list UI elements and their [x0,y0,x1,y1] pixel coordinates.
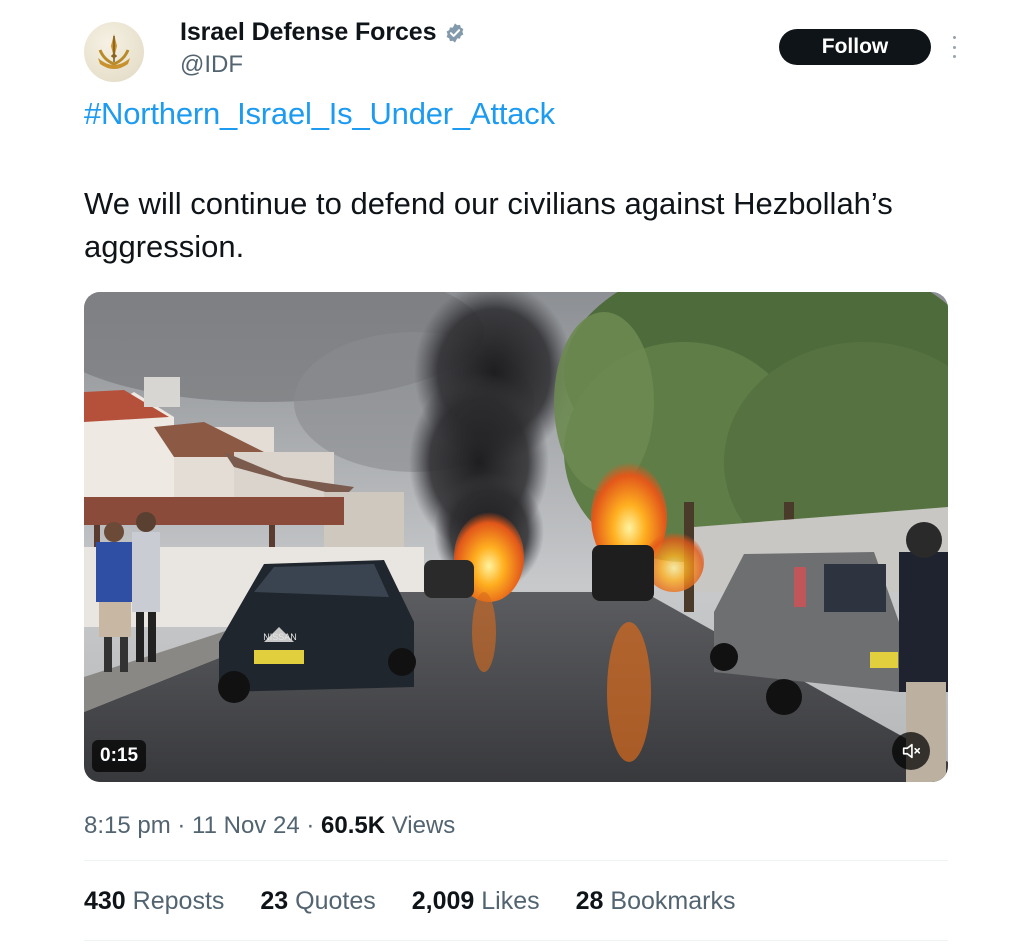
post-time[interactable]: 8:15 pm [84,812,171,839]
divider [84,940,948,941]
divider [84,860,948,861]
mute-icon[interactable] [892,732,930,770]
avatar[interactable] [84,22,144,82]
video-duration: 0:15 [92,740,147,772]
video-frame: NISSAN [84,292,948,782]
tweet-meta: 8:15 pm · 11 Nov 24 · 60.5K Views [84,812,456,839]
follow-button[interactable]: Follow [779,29,931,65]
post-date[interactable]: 11 Nov 24 [192,812,300,839]
author-block: Israel Defense Forces @IDF [180,18,466,79]
reposts-stat[interactable]: 430 Reposts [84,887,224,916]
video-player[interactable]: NISSAN [84,292,948,782]
car-brand-label: NISSAN [263,632,297,642]
verified-badge-icon [447,22,464,43]
display-name[interactable]: Israel Defense Forces [180,18,436,47]
handle[interactable]: @IDF [180,51,466,79]
bookmarks-stat[interactable]: 28 Bookmarks [576,887,736,916]
likes-stat[interactable]: 2,009 Likes [412,887,540,916]
more-options-icon[interactable] [945,36,963,58]
quotes-stat[interactable]: 23 Quotes [260,887,375,916]
views-count: 60.5K [321,812,386,839]
hashtag-link[interactable]: #Northern_Israel_Is_Under_Attack [84,96,555,132]
views-label: Views [391,812,456,839]
idf-emblem-icon [98,34,130,69]
tweet-text: We will continue to defend our civilians… [84,186,893,264]
engagement-stats: 430 Reposts 23 Quotes 2,009 Likes 28 Boo… [84,887,735,916]
